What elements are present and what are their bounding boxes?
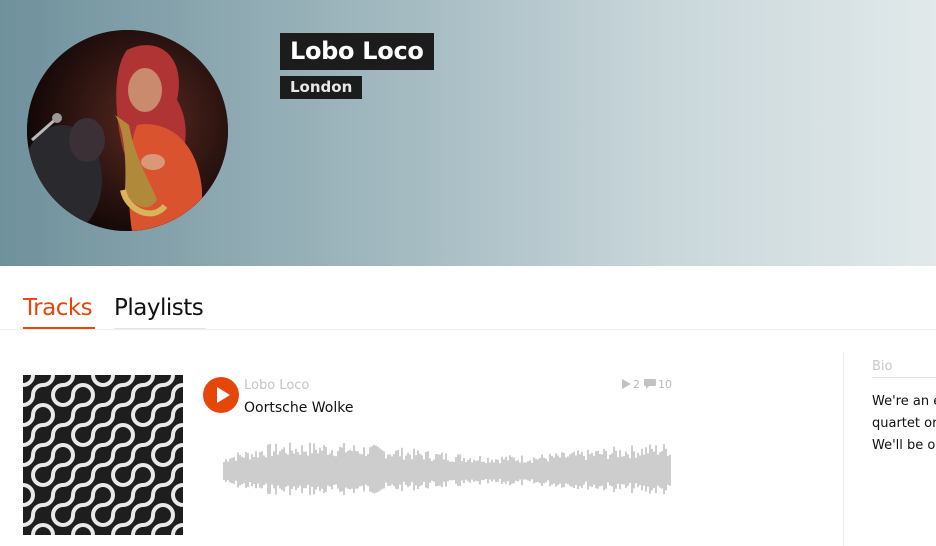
bio-line: We'll be or xyxy=(872,438,936,453)
profile-tabs: Tracks Playlists xyxy=(0,266,936,330)
play-icon xyxy=(217,387,230,403)
artwork-pattern xyxy=(23,375,183,535)
play-count: 2 xyxy=(622,378,640,391)
bio-text: We're an e quartet or We'll be or xyxy=(872,391,936,457)
active-tab-indicator xyxy=(23,327,95,329)
track-stats: 2 10 xyxy=(622,377,676,391)
profile-header: Lobo Loco London xyxy=(0,0,936,266)
track-title[interactable]: Oortsche Wolke xyxy=(244,400,353,416)
waveform[interactable] xyxy=(222,432,674,512)
avatar-photo xyxy=(27,30,228,231)
comment-icon xyxy=(644,379,656,389)
sidebar: Bio We're an e quartet or We'll be or xyxy=(843,352,936,546)
bio-line: We're an e xyxy=(872,394,936,409)
tab-underline xyxy=(114,328,206,329)
tab-tracks[interactable]: Tracks xyxy=(23,295,93,321)
comment-count-value: 10 xyxy=(658,377,672,391)
bio-rule xyxy=(872,377,936,378)
track-artwork[interactable] xyxy=(23,375,183,535)
play-count-icon xyxy=(622,379,631,389)
bio-heading: Bio xyxy=(872,359,893,374)
artist-avatar[interactable] xyxy=(27,30,228,231)
play-count-value: 2 xyxy=(633,377,640,391)
tab-playlists[interactable]: Playlists xyxy=(114,295,204,321)
comment-count: 10 xyxy=(644,378,672,391)
artist-location: London xyxy=(280,76,363,99)
track-artist[interactable]: Lobo Loco xyxy=(244,378,309,393)
artist-name: Lobo Loco xyxy=(280,33,434,70)
play-button[interactable] xyxy=(203,377,239,413)
bio-line: quartet or xyxy=(872,416,936,431)
track-item: Lobo Loco Oortsche Wolke 2 10 xyxy=(0,330,843,546)
